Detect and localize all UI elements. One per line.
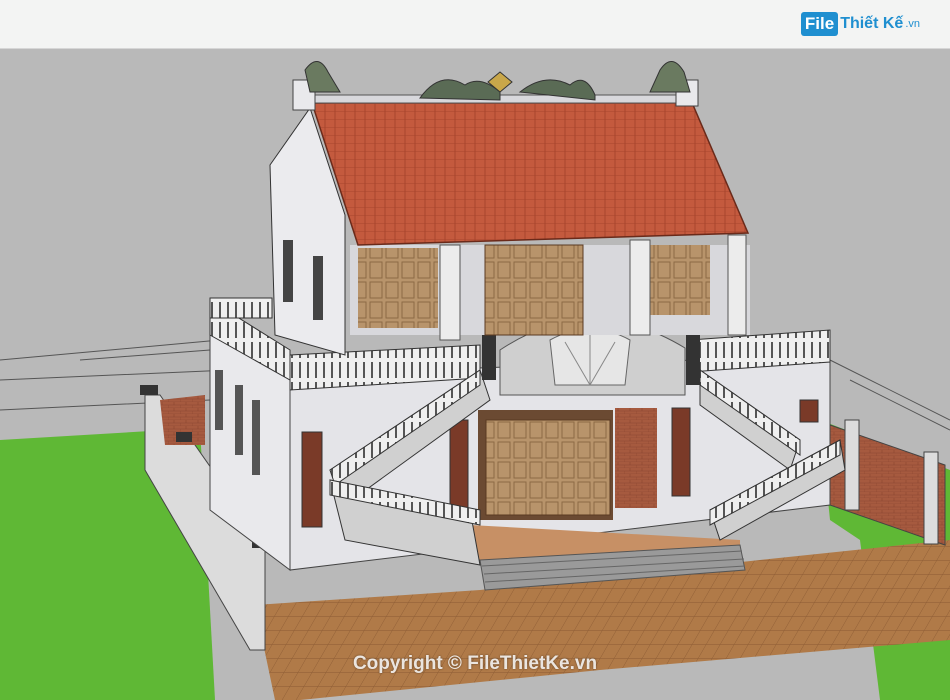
logo-text: Thiết Kế (840, 15, 904, 32)
house-render (0, 61, 950, 700)
top-banner: File Thiết Kế .vn (0, 0, 950, 49)
logo-domain: .vn (905, 18, 920, 30)
render-viewport: File Thiết Kế .vn Copyright © FileThietK… (0, 0, 950, 700)
dragon-ornament-icon (304, 61, 691, 101)
logo-box: File (800, 12, 839, 36)
roof (292, 79, 750, 246)
copyright-watermark: Copyright © FileThietKe.vn (352, 653, 598, 674)
site-logo: File Thiết Kế .vn (800, 9, 920, 39)
